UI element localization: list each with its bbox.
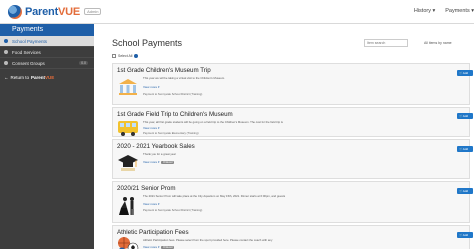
payment-item: 2020/21 Senior Prom The 2021 Senior Prom… — [112, 181, 473, 223]
sidebar-item-consent-groups[interactable]: Consent Groups 0.0 — [0, 58, 94, 69]
status-badge: Ordered — [161, 160, 174, 164]
item-title: 2020 - 2021 Yearbook Sales — [117, 143, 195, 150]
add-to-cart-button[interactable]: 🛒Add — [457, 113, 473, 119]
add-to-cart-button[interactable]: 🛒Add — [457, 146, 473, 152]
item-description: This year, all first grade students will… — [143, 120, 283, 124]
sidebar: Payments School Payments Food Services C… — [0, 24, 94, 249]
consent-groups-icon — [4, 61, 8, 65]
parentvue-logo-icon — [8, 4, 22, 19]
top-bar: ParentVUE Admin History ▾ Payments ▾ — [0, 0, 474, 24]
logo-badge: Admin — [84, 8, 102, 15]
school-bus-icon — [118, 121, 138, 136]
dancers-icon — [119, 197, 134, 215]
museum-icon — [117, 77, 139, 97]
logo-text: ParentVUE — [25, 5, 81, 18]
select-all[interactable]: Select All — [112, 54, 139, 58]
nav-history[interactable]: History ▾ — [414, 8, 435, 14]
arrow-left-icon: ← — [4, 75, 9, 80]
payment-item: Athletic Participation Fees Athletic Par… — [112, 225, 473, 249]
sidebar-item-food-services[interactable]: Food Services — [0, 47, 94, 58]
payment-item: 2020 - 2021 Yearbook Sales Thank you for… — [112, 139, 473, 179]
status-badge: Ordered — [161, 245, 174, 249]
page-title: School Payments — [112, 38, 183, 48]
item-description: Athletic Participation fees. Please sele… — [143, 238, 273, 242]
item-payee: Payment to Sunnyvale School District (Tr… — [143, 208, 203, 212]
view-more-link[interactable]: View more ▾ — [143, 202, 159, 206]
item-description: This year we will be taking a virtual vi… — [143, 76, 225, 80]
sports-balls-icon — [118, 237, 139, 249]
view-more-link[interactable]: View more ▾ — [143, 85, 159, 89]
consent-groups-count: 0.0 — [79, 61, 88, 65]
payment-item: 1st Grade Field Trip to Children's Museu… — [112, 107, 473, 137]
return-to-parentvue-link[interactable]: ← Return to ParentVUE — [0, 75, 94, 80]
view-more-link[interactable]: View more ▾ Ordered — [143, 245, 174, 249]
main-content: School Payments All items by name Select… — [94, 24, 474, 249]
select-all-label: Select All — [118, 54, 133, 58]
add-to-cart-button[interactable]: 🛒Add — [457, 232, 473, 238]
nav-payments[interactable]: Payments ▾ — [445, 8, 474, 14]
parentvue-logo[interactable]: ParentVUE Admin — [8, 4, 102, 19]
view-more-link[interactable]: View more ▾ Ordered — [143, 160, 174, 164]
sort-select[interactable]: All items by name — [424, 41, 452, 45]
food-services-icon — [4, 50, 8, 54]
graduation-cap-icon — [118, 155, 138, 171]
top-nav: History ▾ Payments ▾ — [414, 8, 474, 14]
payment-item: 1st Grade Children's Museum Trip This ye… — [112, 63, 473, 105]
add-to-cart-button[interactable]: 🛒Add — [457, 188, 473, 194]
item-title: 1st Grade Field Trip to Children's Museu… — [117, 111, 233, 118]
sidebar-item-label: Food Services — [12, 49, 41, 55]
return-brand: ParentVUE — [31, 75, 55, 80]
info-icon[interactable] — [134, 54, 139, 58]
item-payee: Payment to Sunnyvale Elementary (Trainin… — [143, 131, 199, 135]
item-description: The 2021 Senior Prom will take place at … — [143, 194, 286, 198]
item-title: 2020/21 Senior Prom — [117, 185, 176, 192]
item-search-input[interactable] — [364, 39, 408, 47]
sidebar-item-label: School Payments — [12, 38, 48, 44]
sidebar-item-label: Consent Groups — [12, 60, 45, 66]
item-description: Thank you for a great year — [143, 152, 176, 156]
item-payee: Payment to Sunnyvale School District (Tr… — [143, 92, 203, 96]
return-label: Return to — [10, 75, 30, 80]
sidebar-title: Payments — [0, 24, 94, 36]
item-title: 1st Grade Children's Museum Trip — [117, 67, 211, 74]
select-all-checkbox[interactable] — [112, 54, 116, 58]
view-more-link[interactable]: View more ▾ — [143, 126, 159, 130]
add-to-cart-button[interactable]: 🛒Add — [457, 70, 473, 76]
school-payments-icon — [4, 39, 8, 43]
sidebar-item-school-payments[interactable]: School Payments — [0, 36, 94, 47]
